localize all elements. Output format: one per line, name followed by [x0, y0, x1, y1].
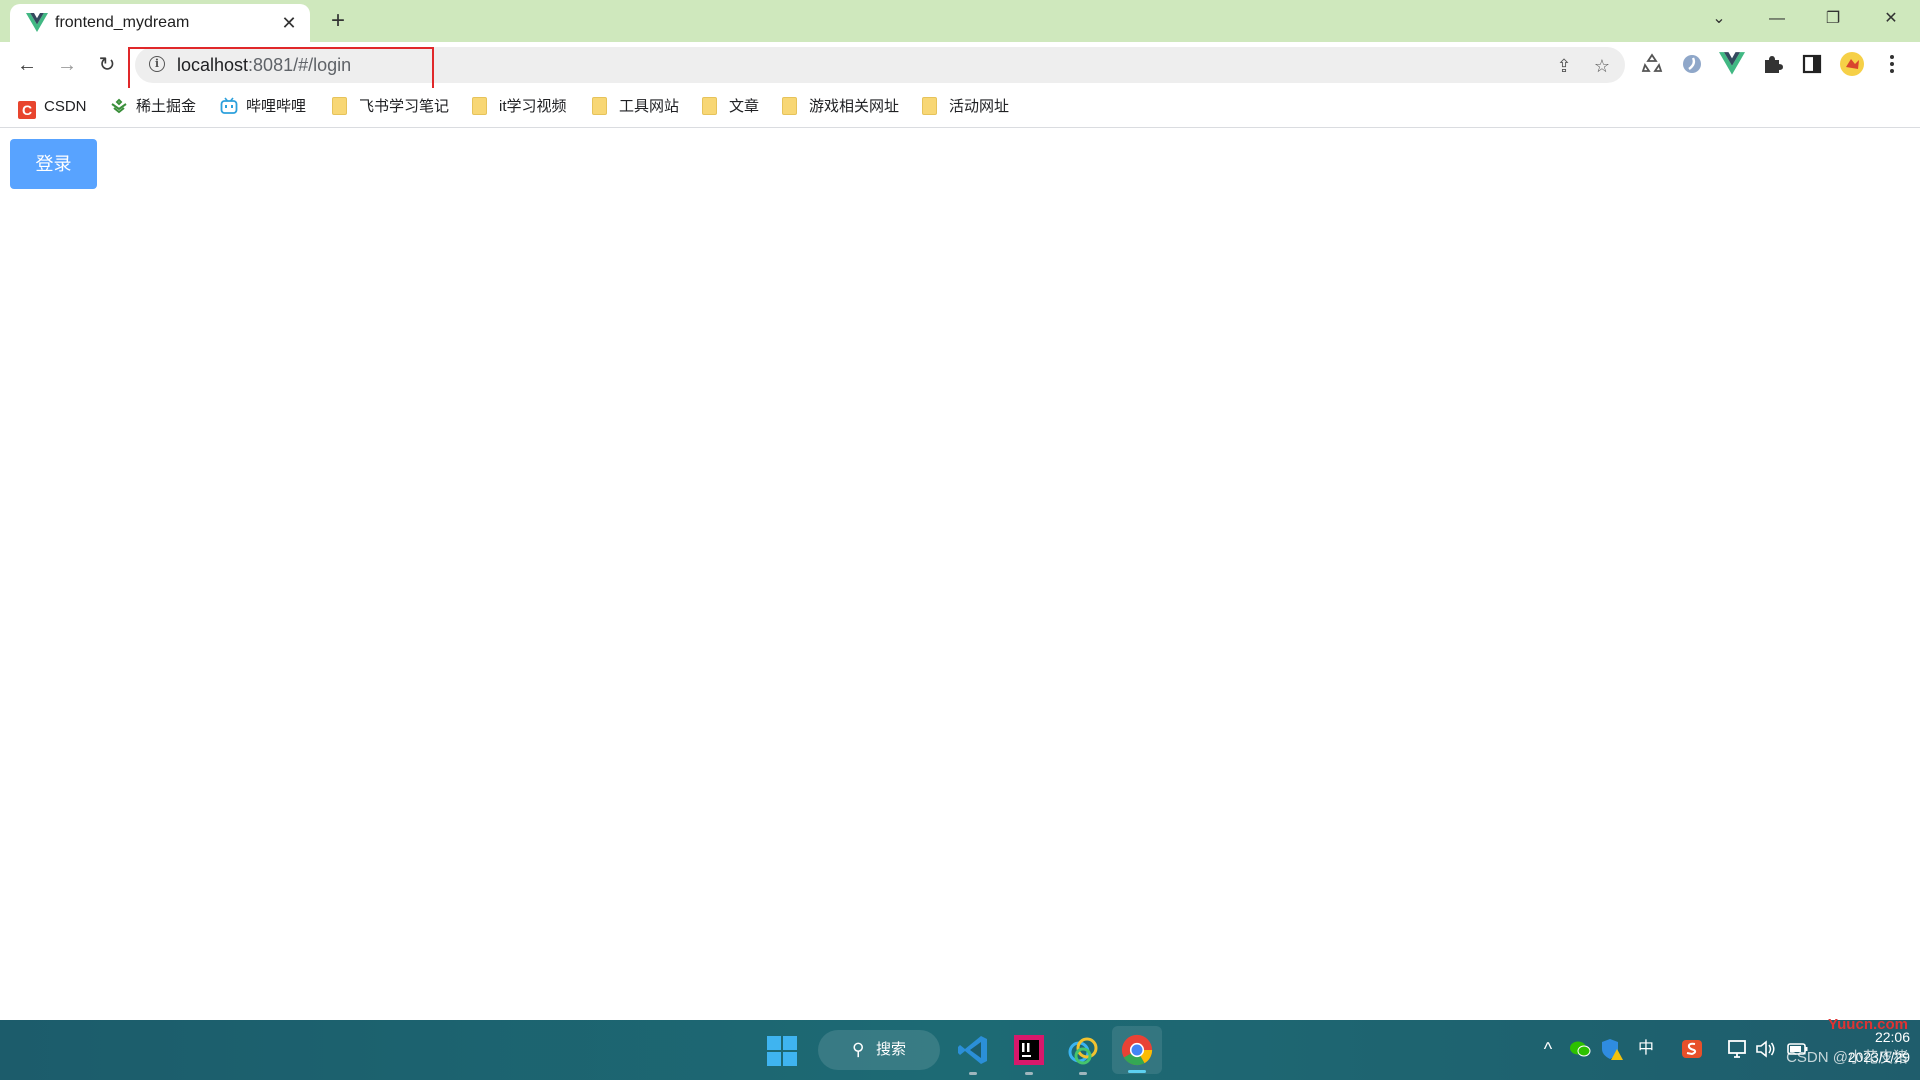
bookmark-label: 文章 [729, 98, 760, 115]
windows-start-icon[interactable] [767, 1036, 797, 1066]
bookmark-label: 飞书学习笔记 [359, 98, 450, 115]
tab-frontend-mydream[interactable]: frontend_mydream ✕ [10, 4, 310, 42]
bookmark-folder-events[interactable]: 活动网址 [922, 96, 1009, 118]
bilibili-icon [220, 97, 238, 114]
new-tab-button[interactable]: + [325, 8, 351, 34]
vscode-icon[interactable] [955, 1032, 991, 1068]
login-button[interactable]: 登录 [10, 139, 97, 189]
intellij-running-indicator [1025, 1072, 1033, 1075]
forward-button[interactable]: → [53, 51, 81, 79]
vue-devtools-icon[interactable] [1719, 51, 1745, 77]
sogou-ime-icon[interactable] [1680, 1036, 1704, 1062]
tab-search-dropdown-icon[interactable]: ⌄ [1696, 0, 1742, 38]
bookmark-bilibili[interactable]: 哔哩哔哩 [220, 96, 306, 118]
bookmark-label: 活动网址 [949, 98, 1010, 115]
minimize-button[interactable]: — [1754, 0, 1800, 38]
chrome-icon [1121, 1034, 1153, 1066]
bookmark-label: CSDN [44, 98, 87, 115]
wechat-icon[interactable] [1568, 1036, 1592, 1062]
security-warning-icon[interactable] [1600, 1036, 1624, 1062]
bookmark-label: it学习视频 [499, 98, 567, 115]
bookmark-csdn[interactable]: C CSDN [18, 96, 87, 119]
window-close-button[interactable]: ✕ [1868, 0, 1914, 38]
folder-icon [782, 97, 797, 115]
taskbar-search-button[interactable]: ⚲ 搜索 [818, 1030, 940, 1070]
share-icon[interactable]: ⇪ [1553, 55, 1575, 77]
profile-avatar[interactable] [1839, 51, 1865, 77]
browser-menu-icon[interactable] [1879, 51, 1905, 77]
search-icon: ⚲ [852, 1040, 865, 1059]
volume-icon[interactable] [1754, 1036, 1778, 1062]
bookmark-juejin[interactable]: 稀土掘金 [110, 96, 196, 118]
bookmark-folder-tools[interactable]: 工具网站 [592, 96, 679, 118]
recycle-extension-icon[interactable] [1639, 51, 1665, 77]
bookmark-label: 工具网站 [619, 98, 680, 115]
network-icon[interactable] [1726, 1036, 1750, 1062]
folder-icon [592, 97, 607, 115]
browser-tab-strip: frontend_mydream ✕ + ⌄ — ❐ ✕ [0, 0, 1920, 42]
bookmark-label: 哔哩哔哩 [246, 98, 307, 115]
url-highlight-annotation [128, 47, 434, 91]
reload-button[interactable]: ↻ [93, 51, 121, 79]
folder-icon [472, 97, 487, 115]
windows-taskbar: ⚲ 搜索 ^ 中 22:06 2023/1/29 [0, 1020, 1920, 1080]
search-label: 搜索 [876, 1041, 907, 1058]
vue-icon [26, 13, 48, 32]
vscode-running-indicator [969, 1072, 977, 1075]
juejin-icon [111, 98, 127, 114]
bookmark-star-icon[interactable]: ☆ [1591, 55, 1613, 77]
ime-indicator[interactable]: 中 [1634, 1036, 1658, 1062]
tray-overflow-icon[interactable]: ^ [1538, 1036, 1558, 1062]
bookmarks-bar: C CSDN 稀土掘金 哔哩哔哩 飞书学习笔记 it学习视频 工具网站 文章 游戏… [0, 88, 1920, 128]
tab-title: frontend_mydream [55, 14, 190, 31]
back-button[interactable]: ← [13, 51, 41, 79]
csdn-icon: C [18, 101, 36, 119]
bookmark-folder-it-videos[interactable]: it学习视频 [472, 96, 567, 118]
watermark-brand: Yuucn.com [1827, 1016, 1908, 1033]
puzzle-extensions-icon[interactable] [1759, 51, 1785, 77]
folder-icon [332, 97, 347, 115]
bookmark-folder-feishu[interactable]: 飞书学习笔记 [332, 96, 449, 118]
tab-close-icon[interactable]: ✕ [278, 12, 300, 34]
restore-button[interactable]: ❐ [1810, 0, 1856, 38]
feishu-icon[interactable] [1065, 1032, 1101, 1068]
circle-extension-icon[interactable] [1679, 51, 1705, 77]
chrome-taskbar-slot[interactable] [1112, 1026, 1162, 1074]
bookmark-label: 稀土掘金 [136, 98, 197, 115]
side-panel-icon[interactable] [1799, 51, 1825, 77]
bookmark-label: 游戏相关网址 [809, 98, 900, 115]
intellij-icon[interactable] [1011, 1032, 1047, 1068]
bookmark-folder-games[interactable]: 游戏相关网址 [782, 96, 899, 118]
bookmark-folder-articles[interactable]: 文章 [702, 96, 759, 118]
csdn-watermark: CSDN @小花皮猪 [1786, 1049, 1908, 1066]
chrome-active-indicator [1128, 1070, 1146, 1073]
feishu-running-indicator [1079, 1072, 1087, 1075]
folder-icon [702, 97, 717, 115]
folder-icon [922, 97, 937, 115]
